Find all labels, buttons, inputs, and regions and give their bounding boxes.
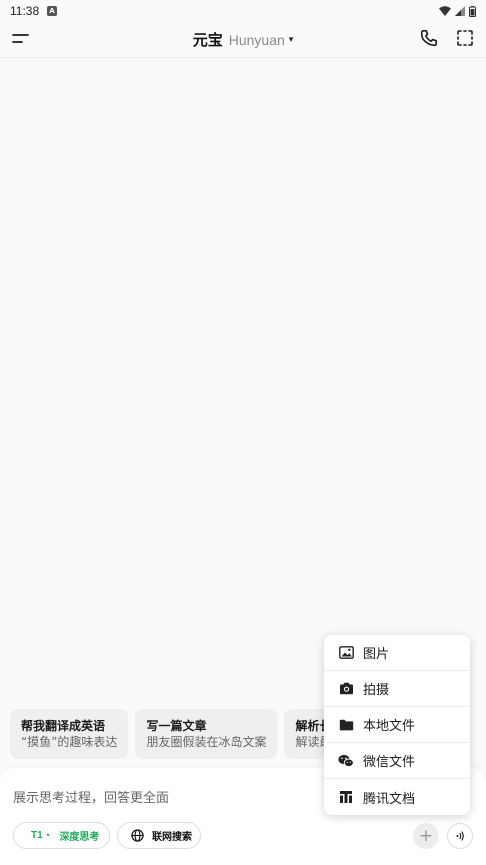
globe-icon — [131, 829, 144, 842]
menu-item-label: 本地文件 — [363, 719, 416, 734]
suggestion-card-translate[interactable]: 帮我翻译成英语 “摸鱼”的趣味表达 — [10, 709, 129, 759]
menu-item-label: 腾讯文档 — [363, 791, 416, 807]
chat-input[interactable]: 展示思考过程，回答更全面 — [13, 787, 169, 806]
header-actions — [420, 29, 474, 51]
folder-icon — [338, 717, 354, 733]
menu-item-local-file[interactable]: 本地文件 — [324, 707, 470, 743]
menu-item-label: 图片 — [363, 647, 390, 662]
phone-icon — [420, 30, 437, 47]
plus-icon: + — [418, 826, 434, 846]
suggestion-card-write-article[interactable]: 写一篇文章 朋友圈假装在冰岛文案 — [135, 709, 278, 759]
battery-icon — [469, 5, 476, 17]
image-icon — [338, 645, 354, 661]
web-search-toggle[interactable]: 联网搜索 — [117, 822, 201, 849]
menu-item-wechat-file[interactable]: 微信文件 — [324, 743, 470, 779]
chevron-down-icon: ▾ — [288, 34, 294, 45]
suggestion-title: 帮我翻译成英语 — [21, 719, 106, 733]
think-model-dot: • — [45, 831, 51, 840]
attach-menu: 图片 拍摄 本地文件 微信文件 腾讯文档 — [324, 635, 470, 815]
suggestion-subtitle: 朋友圈假装在冰岛文案 — [146, 735, 267, 749]
new-chat-icon — [457, 30, 473, 46]
voice-button[interactable] — [447, 823, 473, 849]
new-chat-button[interactable] — [456, 29, 474, 51]
phone-call-button[interactable] — [420, 29, 438, 51]
wechat-icon — [338, 753, 354, 769]
menu-button[interactable] — [12, 31, 29, 50]
status-right — [439, 5, 476, 17]
camera-icon — [338, 681, 354, 697]
tencent-docs-icon — [338, 789, 354, 805]
wifi-icon — [439, 6, 451, 16]
menu-icon — [12, 34, 29, 43]
deep-think-label: 深度思考 — [59, 832, 100, 843]
status-bar: 11:38 A — [0, 0, 486, 22]
notification-a-icon: A — [47, 6, 58, 16]
status-time: 11:38 — [10, 4, 40, 18]
menu-item-image[interactable]: 图片 — [324, 635, 470, 671]
app-header: 元宝 Hunyuan ▾ — [0, 22, 486, 58]
suggestion-subtitle: “摸鱼”的趣味表达 — [21, 735, 118, 749]
think-model-label: T1 — [31, 830, 43, 841]
model-name: Hunyuan — [228, 31, 285, 48]
model-selector[interactable]: 元宝 Hunyuan ▾ — [193, 29, 294, 50]
web-search-label: 联网搜索 — [152, 832, 192, 843]
menu-item-label: 拍摄 — [363, 683, 390, 698]
suggestion-title: 写一篇文章 — [146, 719, 207, 733]
signal-icon — [455, 6, 465, 16]
deep-think-toggle[interactable]: T1 • 深度思考 — [13, 822, 110, 849]
attach-plus-button[interactable]: + — [413, 823, 439, 849]
menu-item-camera[interactable]: 拍摄 — [324, 671, 470, 707]
menu-item-label: 微信文件 — [363, 755, 416, 770]
sound-wave-icon — [456, 831, 464, 841]
app-title: 元宝 — [192, 31, 223, 49]
menu-item-tencent-docs[interactable]: 腾讯文档 — [324, 779, 470, 815]
